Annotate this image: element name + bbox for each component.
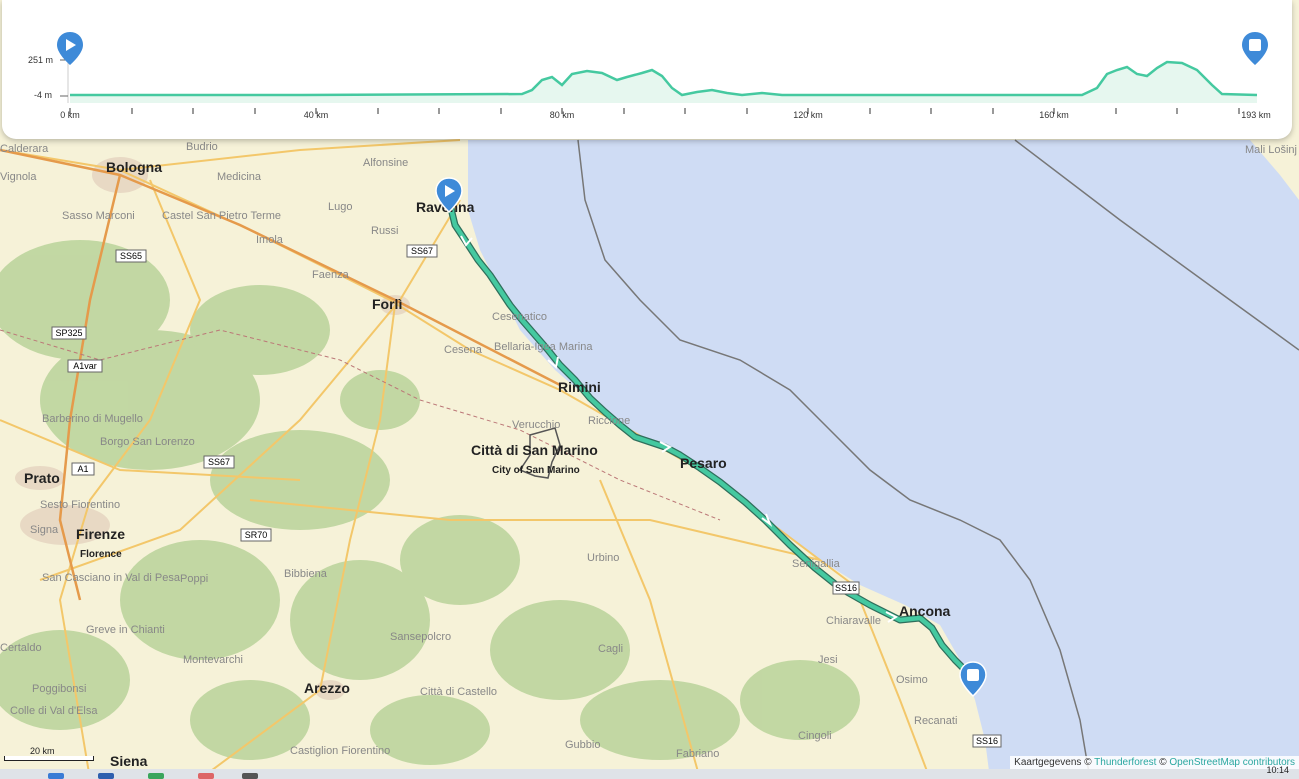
svg-text:Castel San Pietro Terme: Castel San Pietro Terme: [162, 210, 281, 222]
svg-text:Pesaro: Pesaro: [680, 455, 727, 471]
svg-text:Bibbiena: Bibbiena: [284, 568, 328, 580]
svg-text:Borgo San Lorenzo: Borgo San Lorenzo: [100, 436, 195, 448]
svg-text:Signa: Signa: [30, 524, 59, 536]
taskbar-clock: 10:14: [1266, 765, 1289, 775]
taskbar-app-icon[interactable]: [148, 773, 164, 779]
svg-text:Arezzo: Arezzo: [304, 680, 350, 696]
x-label-120: 120 km: [793, 110, 823, 120]
svg-text:SP325: SP325: [55, 328, 82, 338]
x-label-40: 40 km: [303, 110, 329, 120]
svg-text:City of San Marino: City of San Marino: [492, 465, 580, 476]
svg-text:Urbino: Urbino: [587, 552, 619, 564]
svg-text:Florence: Florence: [80, 549, 122, 560]
taskbar-app-icon[interactable]: [48, 773, 64, 779]
svg-text:Medicina: Medicina: [217, 171, 262, 183]
svg-text:Siena: Siena: [110, 753, 148, 769]
svg-text:Città di San Marino: Città di San Marino: [471, 442, 598, 458]
svg-text:Lugo: Lugo: [328, 201, 352, 213]
thunderforest-link[interactable]: Thunderforest: [1094, 757, 1156, 768]
svg-text:Forlì: Forlì: [372, 296, 402, 312]
svg-text:Calderara: Calderara: [0, 143, 49, 155]
svg-text:Sasso Marconi: Sasso Marconi: [62, 210, 135, 222]
svg-text:Faenza: Faenza: [312, 269, 350, 281]
scale-bar: [4, 756, 94, 761]
svg-text:Osimo: Osimo: [896, 674, 928, 686]
svg-text:Vignola: Vignola: [0, 171, 37, 183]
svg-text:San Casciano in Val di Pesa: San Casciano in Val di Pesa: [42, 572, 181, 584]
y-label-top: 251 m: [28, 55, 54, 65]
svg-text:Prato: Prato: [24, 470, 60, 486]
svg-text:Recanati: Recanati: [914, 715, 957, 727]
svg-text:Cesenatico: Cesenatico: [492, 311, 547, 323]
svg-text:Senigallia: Senigallia: [792, 558, 841, 570]
elevation-chart[interactable]: [2, 0, 1292, 139]
svg-text:Cesena: Cesena: [444, 344, 483, 356]
svg-text:Montevarchi: Montevarchi: [183, 654, 243, 666]
svg-text:Imola: Imola: [256, 234, 284, 246]
svg-text:SS67: SS67: [411, 246, 433, 256]
elevation-area: [70, 62, 1257, 103]
svg-text:Bologna: Bologna: [106, 159, 162, 175]
svg-text:Budrio: Budrio: [186, 141, 218, 153]
stop-icon: [967, 669, 979, 681]
x-label-193: 193 km: [1241, 110, 1271, 120]
map-attribution: Kaartgegevens © Thunderforest © OpenStre…: [1010, 756, 1299, 769]
svg-text:Riccione: Riccione: [588, 415, 630, 427]
taskbar: 10:14: [0, 765, 1299, 779]
svg-text:Sansepolcro: Sansepolcro: [390, 631, 451, 643]
svg-text:Certaldo: Certaldo: [0, 642, 42, 654]
svg-text:Russi: Russi: [371, 225, 399, 237]
svg-text:Firenze: Firenze: [76, 526, 125, 542]
svg-text:Bellaria-Igea Marina: Bellaria-Igea Marina: [494, 341, 593, 353]
x-label-80: 80 km: [549, 110, 575, 120]
svg-text:Jesi: Jesi: [818, 654, 838, 666]
svg-text:Cingoli: Cingoli: [798, 730, 832, 742]
svg-text:SS16: SS16: [976, 736, 998, 746]
svg-text:A1: A1: [77, 464, 88, 474]
svg-text:A1var: A1var: [73, 361, 97, 371]
svg-text:Chiaravalle: Chiaravalle: [826, 615, 881, 627]
svg-text:Alfonsine: Alfonsine: [363, 157, 408, 169]
taskbar-app-icon[interactable]: [198, 773, 214, 779]
svg-text:Castiglion Fiorentino: Castiglion Fiorentino: [290, 745, 390, 757]
svg-text:SS65: SS65: [120, 251, 142, 261]
scale-label: 20 km: [30, 746, 55, 756]
attribution-sep: ©: [1156, 757, 1170, 768]
svg-text:Poggibonsi: Poggibonsi: [32, 683, 86, 695]
taskbar-app-icon[interactable]: [242, 773, 258, 779]
stop-icon: [1249, 39, 1261, 51]
svg-text:Poppi: Poppi: [180, 573, 208, 585]
svg-text:Ancona: Ancona: [899, 603, 951, 619]
svg-text:Cagli: Cagli: [598, 643, 623, 655]
svg-text:SR70: SR70: [245, 530, 268, 540]
x-label-160: 160 km: [1039, 110, 1069, 120]
svg-text:SS16: SS16: [835, 583, 857, 593]
svg-text:SS67: SS67: [208, 457, 230, 467]
svg-text:Mali Lošinj: Mali Lošinj: [1245, 144, 1297, 156]
svg-text:Verucchio: Verucchio: [512, 419, 560, 431]
svg-text:Gubbio: Gubbio: [565, 739, 600, 751]
profile-end-pin[interactable]: [1242, 32, 1268, 65]
svg-text:Colle di Val d'Elsa: Colle di Val d'Elsa: [10, 705, 98, 717]
svg-text:Fabriano: Fabriano: [676, 748, 719, 760]
svg-text:Sesto Fiorentino: Sesto Fiorentino: [40, 499, 120, 511]
x-label-0: 0 km: [60, 110, 80, 120]
svg-text:Greve in Chianti: Greve in Chianti: [86, 624, 165, 636]
taskbar-app-icon[interactable]: [98, 773, 114, 779]
svg-text:Rimini: Rimini: [558, 379, 601, 395]
svg-text:Città di Castello: Città di Castello: [420, 686, 497, 698]
svg-text:Barberino di Mugello: Barberino di Mugello: [42, 413, 143, 425]
y-label-bottom: -4 m: [34, 90, 52, 100]
elevation-profile-panel[interactable]: 251 m -4 m 0 km 40 km 80 km 120 km 160 k…: [2, 0, 1292, 139]
attribution-prefix: Kaartgegevens ©: [1014, 757, 1095, 768]
